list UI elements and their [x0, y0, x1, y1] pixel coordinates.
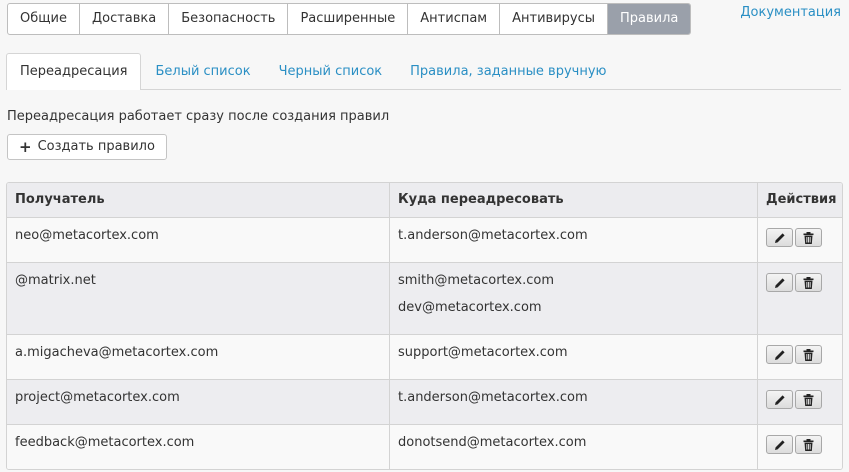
delete-button[interactable]: [795, 345, 822, 364]
recipient-address: project@metacortex.com: [15, 390, 180, 405]
nav-rules[interactable]: Правила: [608, 4, 691, 34]
header-forward-to: Куда переадресовать: [390, 183, 758, 217]
table-row: @matrix.net smith@metacortex.com dev@metac…: [7, 262, 842, 334]
create-rule-button[interactable]: + Создать правило: [7, 134, 167, 160]
forward-address: t.anderson@metacortex.com: [398, 390, 588, 405]
plus-icon: +: [19, 137, 32, 156]
tab-forwarding[interactable]: Переадресация: [6, 53, 142, 90]
forward-to-cell: smith@metacortex.com dev@metacortex.com: [390, 263, 758, 334]
pencil-icon: [774, 277, 785, 288]
nav-advanced[interactable]: Расширенные: [288, 4, 409, 34]
table-row: neo@metacortex.com t.anderson@metacortex.…: [7, 217, 842, 262]
documentation-link[interactable]: Документация: [740, 5, 841, 20]
actions-cell: [758, 263, 840, 334]
recipient-cell: feedback@metacortex.com: [7, 425, 390, 469]
header-actions: Действия: [766, 192, 837, 207]
edit-button[interactable]: [766, 390, 793, 409]
trash-icon: [803, 276, 814, 289]
pencil-icon: [774, 349, 785, 360]
edit-button[interactable]: [766, 273, 793, 292]
forward-to-cell: donotsend@metacortex.com: [390, 425, 758, 469]
trash-icon: [803, 438, 814, 451]
recipient-address: feedback@metacortex.com: [15, 435, 195, 450]
trash-icon: [803, 348, 814, 361]
edit-button[interactable]: [766, 228, 793, 247]
rules-tabs: Переадресация Белый список Черный список…: [6, 53, 841, 90]
table-row: a.migacheva@metacortex.com support@metaco…: [7, 334, 842, 379]
nav-general[interactable]: Общие: [8, 4, 80, 34]
recipient-cell: a.migacheva@metacortex.com: [7, 335, 390, 379]
forwarding-table: Получатель Куда переадресовать Действия …: [6, 182, 843, 470]
forward-to-cell: support@metacortex.com: [390, 335, 758, 379]
actions-cell: [758, 218, 840, 262]
edit-button[interactable]: [766, 435, 793, 454]
table-header: Получатель Куда переадресовать Действия: [7, 183, 842, 217]
actions-cell: [758, 335, 840, 379]
settings-nav: Общие Доставка Безопасность Расширенные …: [7, 3, 692, 35]
table-row: project@metacortex.com t.anderson@metacor…: [7, 379, 842, 424]
pencil-icon: [774, 439, 785, 450]
recipient-address: a.migacheva@metacortex.com: [15, 345, 219, 360]
tab-whitelist[interactable]: Белый список: [141, 53, 264, 89]
table-row: feedback@metacortex.com donotsend@metacor…: [7, 424, 842, 469]
header-recipient: Получатель: [7, 183, 390, 217]
pencil-icon: [774, 394, 785, 405]
delete-button[interactable]: [795, 228, 822, 247]
forwarding-note: Переадресация работает сразу после созда…: [7, 109, 390, 124]
forward-to-cell: t.anderson@metacortex.com: [390, 218, 758, 262]
forward-address: dev@metacortex.com: [398, 300, 542, 315]
pencil-icon: [774, 232, 785, 243]
delete-button[interactable]: [795, 435, 822, 454]
recipient-cell: project@metacortex.com: [7, 380, 390, 424]
recipient-address: @matrix.net: [15, 273, 96, 288]
delete-button[interactable]: [795, 390, 822, 409]
nav-antivirus[interactable]: Антивирусы: [500, 4, 609, 34]
forward-address: donotsend@metacortex.com: [398, 435, 587, 450]
forward-address: t.anderson@metacortex.com: [398, 228, 588, 243]
edit-button[interactable]: [766, 345, 793, 364]
tab-blacklist[interactable]: Черный список: [265, 53, 397, 89]
tab-manual-rules[interactable]: Правила, заданные вручную: [396, 53, 620, 89]
delete-button[interactable]: [795, 273, 822, 292]
nav-antispam[interactable]: Антиспам: [408, 4, 501, 34]
recipient-cell: neo@metacortex.com: [7, 218, 390, 262]
recipient-cell: @matrix.net: [7, 263, 390, 334]
forward-to-cell: t.anderson@metacortex.com: [390, 380, 758, 424]
recipient-address: neo@metacortex.com: [15, 228, 159, 243]
actions-cell: [758, 380, 840, 424]
trash-icon: [803, 231, 814, 244]
forward-address: support@metacortex.com: [398, 345, 568, 360]
trash-icon: [803, 393, 814, 406]
forward-address: smith@metacortex.com: [398, 273, 555, 288]
nav-delivery[interactable]: Доставка: [80, 4, 170, 34]
actions-cell: [758, 425, 840, 469]
nav-security[interactable]: Безопасность: [169, 4, 289, 34]
create-rule-label: Создать правило: [37, 139, 155, 154]
